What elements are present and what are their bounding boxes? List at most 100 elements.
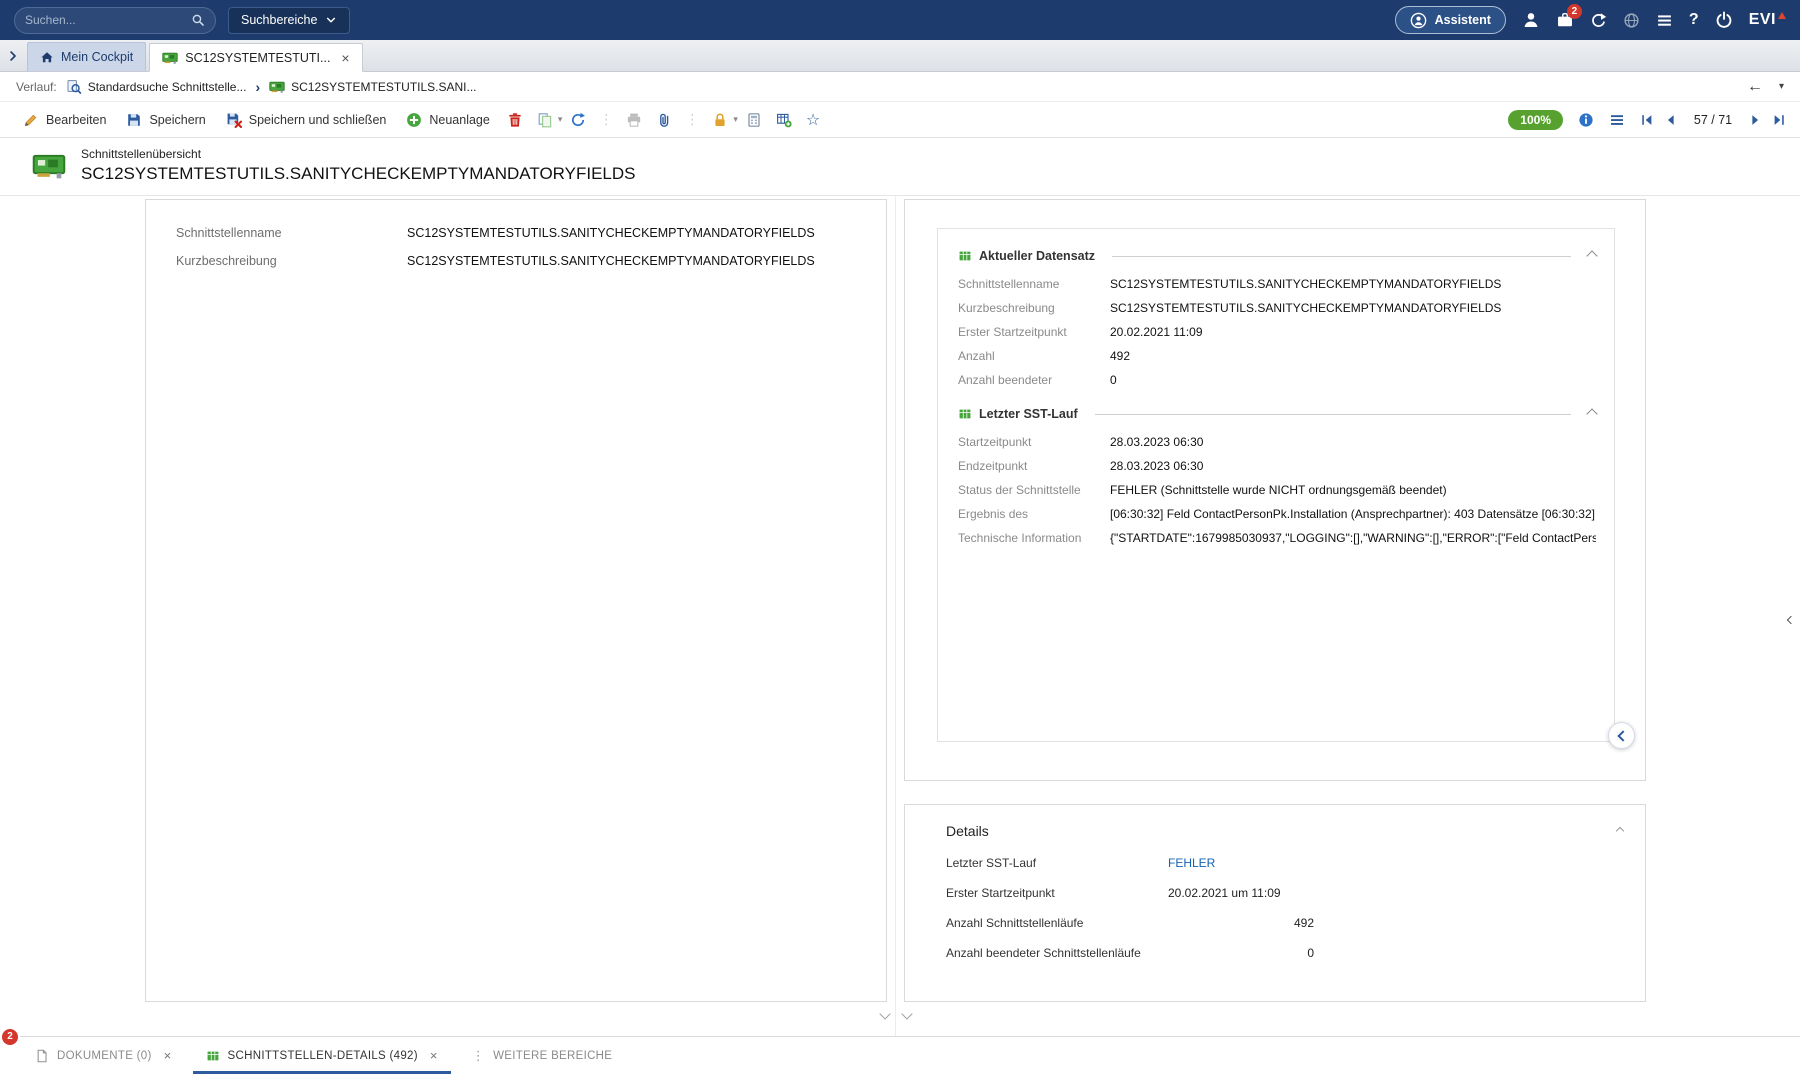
pencil-icon (23, 112, 39, 128)
copy-button[interactable] (531, 107, 559, 133)
edit-button[interactable]: Bearbeiten (14, 107, 115, 133)
field-label: Schnittstellenname (176, 226, 407, 240)
report-button[interactable] (740, 107, 768, 133)
bottom-tab-bar: 2 DOKUMENTE (0) × SCHNITTSTELLEN-DETAILS… (0, 1036, 1800, 1074)
power-icon[interactable] (1715, 11, 1733, 29)
briefcase-icon[interactable]: 2 (1556, 11, 1574, 29)
field-value: 0 (1110, 373, 1596, 387)
help-icon[interactable]: ? (1689, 11, 1699, 29)
toolbar-right: 100% 57 / 71 (1508, 110, 1786, 130)
save-icon (126, 112, 142, 128)
favorite-button[interactable]: ☆ (800, 105, 826, 135)
interface-card-icon (162, 50, 178, 66)
interface-card-icon (30, 149, 68, 183)
breadcrumb-item-record[interactable]: SC12SYSTEMTESTUTILS.SANI... (269, 79, 476, 95)
new-record-button[interactable]: Neuanlage (397, 107, 498, 133)
global-search[interactable] (14, 7, 216, 34)
search-doc-icon (66, 79, 82, 95)
lock-button[interactable] (706, 107, 734, 133)
search-input[interactable] (25, 13, 185, 27)
main-content: Schnittstellenname SC12SYSTEMTESTUTILS.S… (0, 196, 1800, 1036)
scroll-down-icon[interactable] (901, 1008, 912, 1019)
tab-mein-cockpit[interactable]: Mein Cockpit (27, 42, 146, 71)
field-value: {"STARTDATE":1679985030937,"LOGGING":[],… (1110, 531, 1596, 545)
page-header: Schnittstellenübersicht SC12SYSTEMTESTUT… (0, 138, 1800, 196)
tabs-overflow-icon[interactable] (6, 49, 20, 63)
last-run-status-link[interactable]: FEHLER (1168, 856, 1314, 870)
save-close-button[interactable]: Speichern und schließen (217, 107, 396, 133)
refresh-icon (570, 112, 586, 128)
pager-position: 57 / 71 (1688, 113, 1738, 127)
close-icon[interactable]: × (164, 1049, 172, 1062)
session-globe-icon[interactable] (1623, 12, 1640, 29)
record-toolbar: Bearbeiten Speichern Speichern und schli… (0, 102, 1800, 138)
attachment-button[interactable] (650, 107, 678, 133)
collapse-section-icon[interactable] (1586, 250, 1597, 261)
first-record-icon[interactable] (1640, 113, 1654, 127)
search-areas-label: Suchbereiche (241, 13, 317, 27)
brand-logo: EVI (1749, 11, 1786, 29)
document-tabs: Mein Cockpit SC12SYSTEMTESTUTI... × (0, 40, 1800, 72)
history-dropdown-icon[interactable]: ▾ (1779, 81, 1784, 92)
delete-button[interactable] (501, 107, 529, 133)
section-title: Aktueller Datensatz (979, 249, 1095, 263)
toolbar-separator-dots: ⋮ (680, 111, 704, 128)
table-green-icon (958, 249, 972, 263)
save-button[interactable]: Speichern (117, 107, 214, 133)
paperclip-icon (656, 112, 672, 128)
redo-icon[interactable] (1590, 12, 1607, 29)
field-label: Anzahl Schnittstellenläufe (946, 916, 1168, 930)
field-label: Erster Startzeitpunkt (958, 325, 1110, 339)
previous-record-icon[interactable] (1664, 113, 1678, 127)
search-areas-button[interactable]: Suchbereiche (228, 7, 350, 34)
topbar-actions: Assistent 2 ? EVI (1395, 6, 1786, 34)
field-label: Schnittstellenname (958, 277, 1110, 291)
bottom-tab-dokumente[interactable]: DOKUMENTE (0) × (22, 1037, 185, 1074)
sidebar-expander-icon[interactable] (1788, 611, 1794, 626)
document-icon (35, 1049, 49, 1063)
assistant-icon (1410, 12, 1427, 29)
zoom-badge[interactable]: 100% (1508, 110, 1563, 130)
search-icon[interactable] (191, 13, 205, 27)
last-record-icon[interactable] (1772, 113, 1786, 127)
breadcrumb-item-search[interactable]: Standardsuche Schnittstelle... (66, 79, 247, 95)
details-fields: Letzter SST-Lauf FEHLER Erster Startzeit… (905, 839, 1645, 960)
history-back-icon[interactable]: ← (1747, 78, 1763, 96)
report-icon (746, 112, 762, 128)
field-label: Erster Startzeitpunkt (946, 886, 1168, 900)
collapse-section-icon[interactable] (1586, 408, 1597, 419)
field-value: SC12SYSTEMTESTUTILS.SANITYCHECKEMPTYMAND… (1110, 301, 1596, 315)
tab-label: SC12SYSTEMTESTUTI... (185, 51, 330, 65)
field-label: Status der Schnittstelle (958, 483, 1110, 497)
refresh-button[interactable] (564, 107, 592, 133)
tab-record[interactable]: SC12SYSTEMTESTUTI... × (149, 43, 362, 72)
menu-icon[interactable] (1609, 112, 1625, 128)
add-to-table-button[interactable] (770, 107, 798, 133)
chevron-left-icon (1617, 730, 1628, 741)
print-button[interactable] (620, 107, 648, 133)
bottom-tab-schnittstellen-details[interactable]: SCHNITTSTELLEN-DETAILS (492) × (193, 1037, 451, 1074)
summary-card: Aktueller Datensatz Schnittstellenname S… (937, 228, 1615, 742)
info-icon[interactable] (1578, 112, 1594, 128)
assistant-button[interactable]: Assistent (1395, 6, 1506, 34)
field-value: 20.02.2021 11:09 (1110, 325, 1596, 339)
scroll-down-icon[interactable] (879, 1008, 890, 1019)
field-label: Anzahl beendeter (958, 373, 1110, 387)
list-icon[interactable] (1656, 12, 1673, 29)
field-label: Anzahl beendeter Schnittstellenläufe (946, 946, 1168, 960)
user-icon[interactable] (1522, 11, 1540, 29)
collapse-panel-button[interactable] (1608, 722, 1635, 749)
next-record-icon[interactable] (1748, 113, 1762, 127)
close-icon[interactable]: × (430, 1049, 438, 1062)
field-label: Anzahl (958, 349, 1110, 363)
app-window: Suchbereiche Assistent 2 ? EVI (0, 0, 1800, 1074)
scroll-hints (881, 1010, 911, 1018)
lock-dropdown-icon[interactable]: ▾ (733, 114, 738, 125)
field-label: Startzeitpunkt (958, 435, 1110, 449)
trash-icon (507, 112, 523, 128)
collapse-details-icon[interactable] (1617, 828, 1623, 834)
section-header-current-record: Aktueller Datensatz (958, 249, 1596, 263)
bottom-tab-weitere-bereiche[interactable]: ⋮ WEITERE BEREICHE (459, 1037, 626, 1074)
close-icon[interactable]: × (341, 51, 349, 65)
field-label: Technische Information (958, 531, 1110, 545)
